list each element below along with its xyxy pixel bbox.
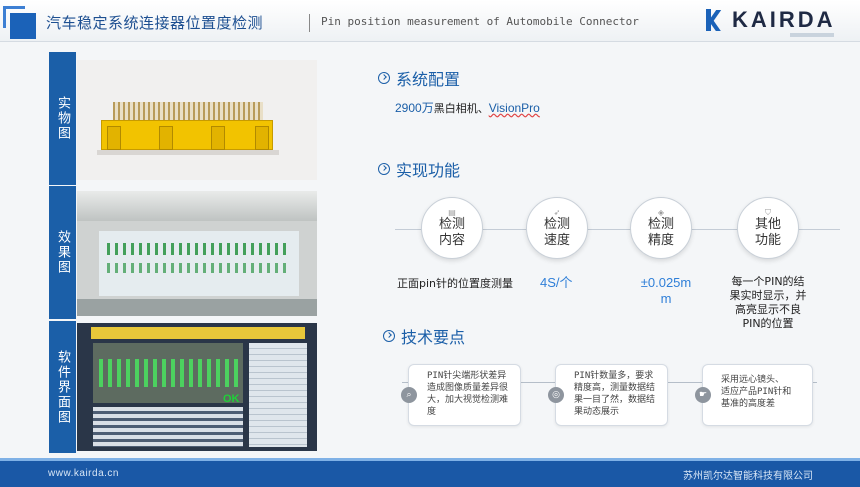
function-label: 检测 — [647, 216, 674, 232]
text-line: PIN针尖端形状差异 — [427, 371, 507, 381]
page-title: 汽车稳定系统连接器位置度检测 — [46, 14, 264, 32]
label-physical-photo: 实物图 — [49, 52, 76, 185]
highlighted-pins-row — [107, 243, 287, 255]
connector-rib — [211, 126, 225, 150]
logo-text: KAIRDA — [732, 7, 836, 32]
text-line: 采用远心镜头、 — [721, 375, 785, 385]
functions-heading-text: 实现功能 — [396, 161, 461, 180]
connector-shadow — [97, 150, 279, 155]
function-label: 内容 — [438, 232, 465, 248]
function-label: 其他 — [754, 216, 781, 232]
value-line: m — [660, 291, 672, 306]
label-effect-photo: 效果图 — [49, 186, 76, 319]
page-subtitle: Pin position measurement of Automobile C… — [321, 15, 639, 28]
function-value-accuracy: ±0.025m m — [634, 275, 698, 307]
company-logo: KAIRDA — [706, 7, 836, 32]
connector-rib — [159, 126, 173, 150]
text-line: 适应产品PIN针和 — [721, 387, 792, 397]
arrow-circle-icon — [378, 163, 390, 175]
text-line: PIN针数量多，要求 — [574, 371, 654, 381]
key-point-text: PIN针尖端形状差异 造成图像质量差异很 大，加大视觉检测难 度 — [427, 370, 508, 418]
text-line: 大，加大视觉检测难 — [427, 395, 509, 405]
fixture-top — [77, 191, 317, 221]
text-line: 基准的高度差 — [721, 399, 776, 409]
text-line: 果动态展示 — [574, 407, 620, 417]
search-icon: ⌕ — [401, 387, 417, 403]
title-divider — [309, 14, 310, 32]
camera-type: 黑白相机、 — [433, 102, 489, 115]
target-icon: ◎ — [548, 387, 564, 403]
value-line: 高亮显示不良 — [735, 303, 801, 316]
config-heading: 系统配置 — [378, 66, 460, 90]
config-description: 2900万黑白相机、VisionPro — [395, 99, 540, 116]
text-line: 果一目了然，数据结 — [574, 395, 656, 405]
key-point-card: ☛ 采用远心镜头、 适应产品PIN针和 基准的高度差 — [695, 364, 813, 426]
header-square-decoration — [10, 13, 36, 39]
key-points-heading-text: 技术要点 — [401, 328, 466, 347]
function-circle-content: ▤ 检测 内容 — [421, 197, 483, 259]
function-circle-accuracy: ◈ 检测 精度 — [630, 197, 692, 259]
label-software-screen: 软件界面图 — [49, 321, 76, 453]
connector-rib — [255, 126, 269, 150]
connector-body — [101, 120, 273, 150]
arrow-circle-icon — [383, 330, 395, 342]
camera-resolution: 2900万 — [395, 101, 434, 115]
detected-pins — [99, 359, 239, 387]
value-line: PIN的位置 — [742, 317, 794, 330]
function-label: 精度 — [647, 232, 674, 248]
footer-company-name: 苏州凯尔达智能科技有限公司 — [683, 471, 813, 482]
logo-underline — [790, 33, 834, 37]
header-bar: 汽车稳定系统连接器位置度检测 Pin position measurement … — [0, 0, 860, 42]
key-point-text: PIN针数量多，要求 精度高，测量数据结 果一目了然，数据结 果动态展示 — [574, 370, 655, 418]
config-heading-text: 系统配置 — [396, 70, 461, 89]
connector-rib — [107, 126, 121, 150]
software-data-list — [93, 407, 243, 447]
connector-pins — [113, 102, 263, 120]
value-line: ±0.025m — [640, 275, 692, 290]
fixture-base — [77, 299, 317, 316]
arrow-circle-icon — [378, 72, 390, 84]
function-label: 检测 — [543, 216, 570, 232]
text-line: 精度高，测量数据结 — [574, 383, 656, 393]
function-value-speed: 4S/个 — [540, 275, 573, 290]
logo-k-icon — [706, 9, 724, 31]
text-line: 度 — [427, 407, 437, 417]
key-point-card: ◎ PIN针数量多，要求 精度高，测量数据结 果一目了然，数据结 果动态展示 — [548, 364, 668, 426]
function-circle-speed: ➶ 检测 速度 — [526, 197, 588, 259]
footer-website[interactable]: www.kairda.cn — [48, 468, 119, 479]
ok-result-label: OK — [223, 393, 240, 405]
physical-photo — [77, 60, 317, 180]
hand-icon: ☛ — [695, 387, 711, 403]
shield-icon: ⛉ — [765, 207, 771, 217]
function-label: 检测 — [438, 216, 465, 232]
value-line: 每一个PIN的结 — [731, 275, 805, 288]
function-value-content: 正面pin针的位置度测量 — [397, 277, 514, 290]
text-line: 造成图像质量差异很 — [427, 383, 509, 393]
key-points-heading: 技术要点 — [383, 324, 465, 348]
rocket-icon: ➶ — [553, 207, 561, 217]
value-line: 果实时显示，并 — [729, 289, 807, 302]
ruler-icon: ◈ — [657, 207, 665, 217]
software-name: VisionPro — [488, 101, 540, 115]
document-icon: ▤ — [448, 207, 456, 217]
function-value-other: 每一个PIN的结 果实时显示，并 高亮显示不良 PIN的位置 — [726, 275, 810, 331]
functions-heading: 实现功能 — [378, 157, 460, 181]
highlighted-pins-row — [107, 263, 287, 273]
software-screen-photo: OK — [77, 323, 317, 451]
effect-photo — [77, 191, 317, 316]
function-label: 速度 — [543, 232, 570, 248]
software-results-table — [249, 343, 307, 447]
function-circle-other: ⛉ 其他 功能 — [737, 197, 799, 259]
key-point-text: 采用远心镜头、 适应产品PIN针和 基准的高度差 — [721, 374, 791, 410]
function-label: 功能 — [754, 232, 781, 248]
key-point-card: ⌕ PIN针尖端形状差异 造成图像质量差异很 大，加大视觉检测难 度 — [401, 364, 521, 426]
software-title-bar — [91, 327, 305, 339]
